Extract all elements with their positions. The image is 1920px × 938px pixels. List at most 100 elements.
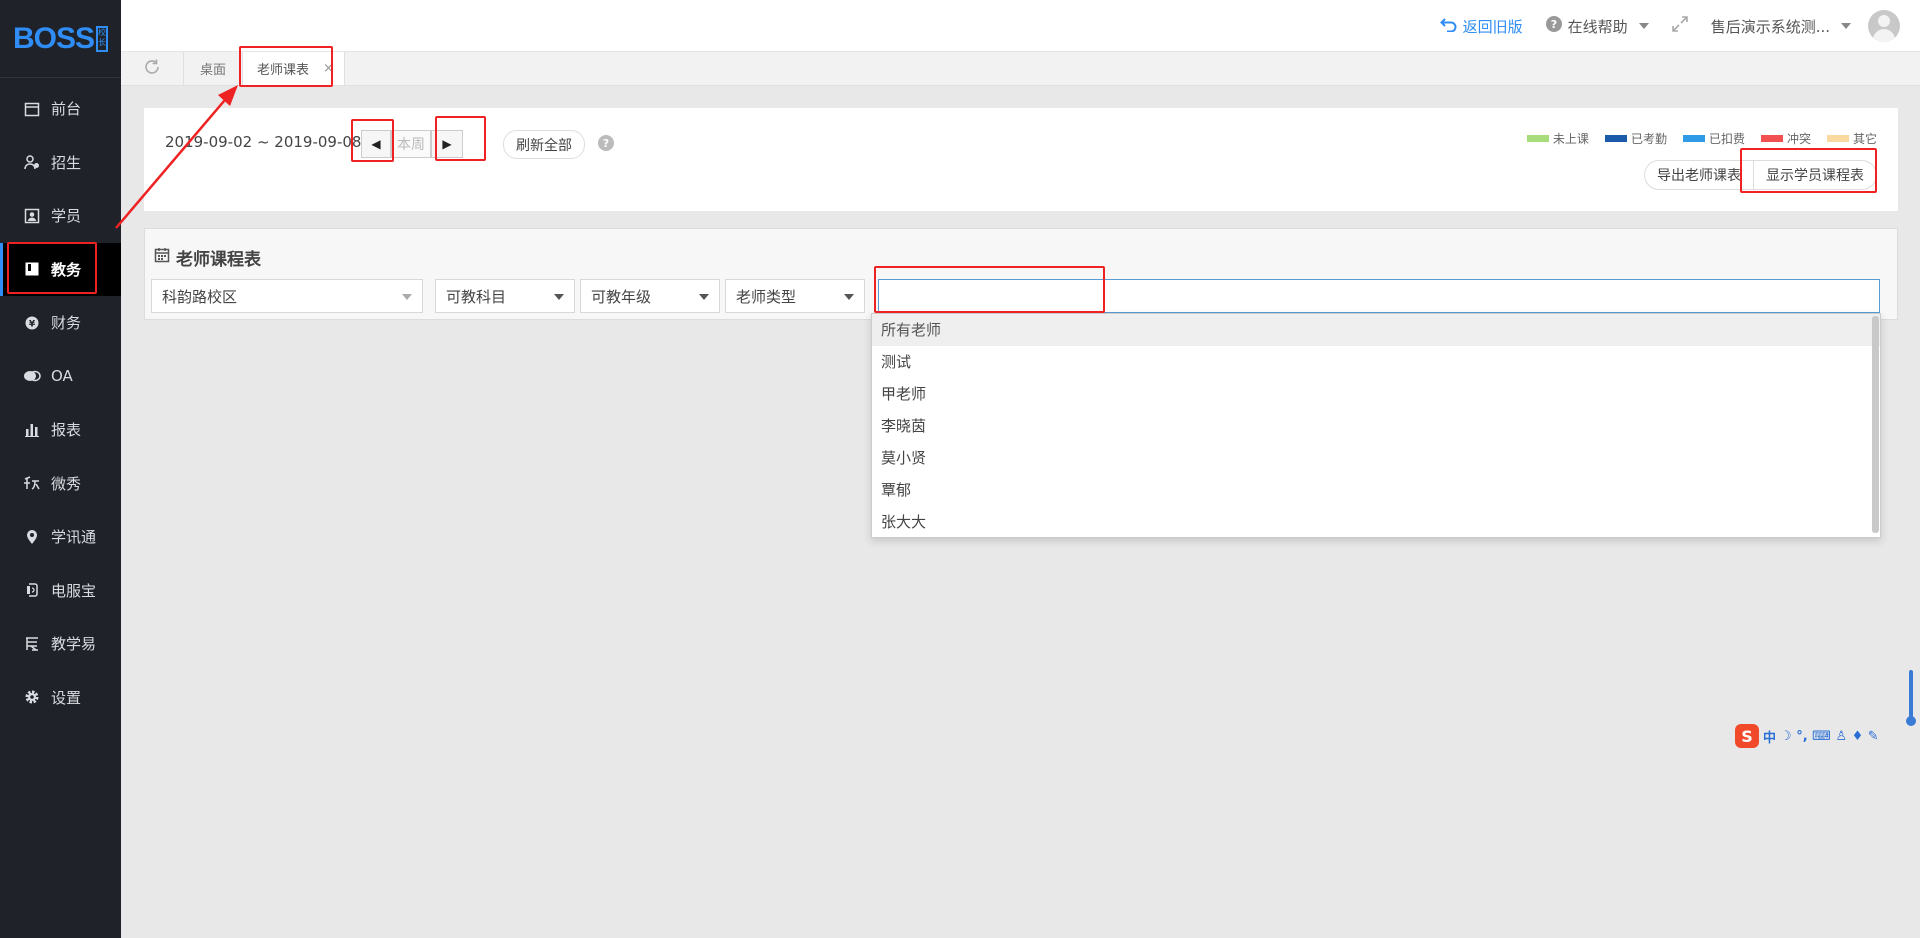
teacher-type-select[interactable]: 老师类型	[725, 279, 865, 313]
prev-week-button[interactable]: ◀	[361, 130, 391, 158]
export-teacher-schedule-button[interactable]: 导出老师课表	[1644, 160, 1754, 190]
show-student-schedule-button[interactable]: 显示学员课程表	[1754, 160, 1877, 190]
ime-mode[interactable]: 中	[1763, 727, 1776, 746]
help-icon[interactable]: ?	[598, 135, 614, 151]
sidebar-item-label: OA	[51, 367, 73, 386]
online-help-menu[interactable]: ? 在线帮助	[1545, 15, 1649, 37]
sidebar-item-label: 报表	[51, 421, 82, 440]
sidebar-item-settings[interactable]: 设置	[0, 671, 121, 725]
user-name: 售后演示系统测...	[1710, 17, 1830, 36]
legend-item: 已考勤	[1604, 130, 1667, 147]
app-logo[interactable]: BOSS 校长	[0, 0, 121, 78]
dropdown-option[interactable]: 甲老师	[872, 378, 1880, 410]
svg-text:?: ?	[1550, 18, 1556, 31]
close-icon[interactable]: ×	[323, 61, 334, 76]
sidebar-item-weixiu[interactable]: 微秀	[0, 457, 121, 511]
grade-select[interactable]: 可教年级	[580, 279, 720, 313]
sidebar-item-dianfubao[interactable]: 电服宝	[0, 564, 121, 618]
help-circle-icon: ?	[1545, 15, 1563, 37]
expand-icon	[1671, 15, 1689, 37]
teacher-dropdown-list: 所有老师 测试 甲老师 李晓茵 莫小贤 覃郁 张大大	[871, 313, 1881, 538]
teacher-type-select-value: 老师类型	[736, 287, 797, 306]
refresh-all-button[interactable]: 刷新全部	[503, 130, 585, 159]
teaching-icon	[22, 634, 42, 654]
ime-status-indicator	[1906, 670, 1916, 726]
sidebar-item-label: 学讯通	[51, 528, 97, 547]
dropdown-option[interactable]: 张大大	[872, 506, 1880, 538]
sidebar-item-recruit[interactable]: 招生	[0, 136, 121, 190]
bar-chart-icon	[22, 420, 42, 440]
section-title-label: 老师课程表	[176, 250, 261, 270]
ime-toolbar: S 中 ☽ °, ⌨ ♙ ♦ ✎	[1735, 723, 1920, 749]
sidebar-item-label: 教学易	[51, 635, 97, 654]
teacher-search-input[interactable]	[878, 279, 1880, 313]
dropdown-option[interactable]: 所有老师	[872, 314, 1880, 346]
svg-text:¥: ¥	[29, 319, 36, 329]
dropdown-option[interactable]: 覃郁	[872, 474, 1880, 506]
sidebar: BOSS 校长 前台 招生 学员 教务 ¥ 财务 OA 报表 微秀 学讯通 电服…	[0, 0, 121, 938]
dropdown-option[interactable]: 测试	[872, 346, 1880, 378]
user-menu[interactable]: 售后演示系统测...	[1711, 10, 1900, 42]
chevron-down-icon	[1638, 23, 1649, 29]
section-title: 老师课程表	[154, 245, 261, 270]
legend-label: 已扣费	[1708, 132, 1745, 146]
logo-badge: 校长	[96, 25, 109, 52]
next-week-button[interactable]: ▶	[431, 130, 463, 158]
ime-tool-icons[interactable]: ☽ °, ⌨ ♙ ♦ ✎	[1780, 729, 1879, 744]
dropdown-scrollbar[interactable]	[1872, 316, 1879, 533]
chevron-down-icon	[699, 294, 709, 300]
user-add-icon	[22, 152, 42, 172]
refresh-icon	[143, 58, 161, 80]
dropdown-option[interactable]: 李晓茵	[872, 410, 1880, 442]
legend-label: 已考勤	[1630, 132, 1667, 146]
campus-select-value: 科韵路校区	[162, 287, 238, 306]
sogou-logo-icon[interactable]: S	[1735, 724, 1759, 748]
tab-teacher-schedule[interactable]: 老师课表 ×	[243, 52, 345, 85]
chevron-down-icon	[554, 294, 564, 300]
show-icon	[22, 473, 42, 493]
avatar[interactable]	[1868, 10, 1900, 42]
sidebar-item-label: 微秀	[51, 474, 82, 493]
legend-swatch	[1526, 135, 1549, 142]
legend-item: 未上课	[1526, 130, 1589, 147]
chevron-down-icon	[844, 294, 854, 300]
phone-service-icon	[22, 580, 42, 600]
sidebar-item-xuexuntong[interactable]: 学讯通	[0, 510, 121, 564]
sidebar-item-students[interactable]: 学员	[0, 189, 121, 243]
gear-icon	[22, 687, 42, 707]
back-old-version-label: 返回旧版	[1462, 17, 1523, 36]
sidebar-item-reports[interactable]: 报表	[0, 403, 121, 457]
sidebar-item-front-desk[interactable]: 前台	[0, 82, 121, 136]
sidebar-item-label: 财务	[51, 314, 82, 333]
sidebar-item-jiaoxueyi[interactable]: 教学易	[0, 617, 121, 671]
online-help-label: 在线帮助	[1567, 17, 1628, 36]
back-old-version-link[interactable]: 返回旧版	[1439, 16, 1523, 37]
action-buttons: 导出老师课表 显示学员课程表	[1644, 160, 1877, 190]
sidebar-nav: 前台 招生 学员 教务 ¥ 财务 OA 报表 微秀 学讯通 电服宝 教学易 设置	[0, 82, 121, 724]
subject-select[interactable]: 可教科目	[435, 279, 575, 313]
logo-text: BOSS	[12, 21, 95, 55]
campus-select[interactable]: 科韵路校区	[151, 279, 423, 313]
legend-item: 其它	[1826, 130, 1877, 147]
undo-icon	[1439, 16, 1458, 36]
dropdown-option[interactable]: 莫小贤	[872, 442, 1880, 474]
legend-swatch	[1604, 135, 1627, 142]
yen-icon: ¥	[22, 313, 42, 333]
tab-bar: 桌面 老师课表 ×	[121, 52, 1920, 86]
sidebar-item-finance[interactable]: ¥ 财务	[0, 296, 121, 350]
legend-item: 已扣费	[1682, 130, 1745, 147]
top-header: 返回旧版 ? 在线帮助 售后演示系统测...	[121, 0, 1920, 52]
calendar-icon	[154, 247, 170, 268]
this-week-button[interactable]: 本周	[391, 130, 431, 158]
tab-label: 老师课表	[257, 63, 310, 78]
sidebar-item-label: 招生	[51, 153, 82, 172]
sidebar-item-label: 前台	[51, 100, 82, 119]
sidebar-item-academic[interactable]: 教务	[0, 242, 121, 296]
refresh-tab-button[interactable]	[121, 52, 184, 85]
fullscreen-button[interactable]	[1671, 15, 1689, 37]
tab-desktop[interactable]: 桌面	[184, 52, 244, 85]
sidebar-item-oa[interactable]: OA	[0, 350, 121, 404]
legend-label: 未上课	[1552, 132, 1589, 146]
sidebar-item-label: 设置	[51, 688, 82, 707]
book-icon	[22, 259, 42, 279]
